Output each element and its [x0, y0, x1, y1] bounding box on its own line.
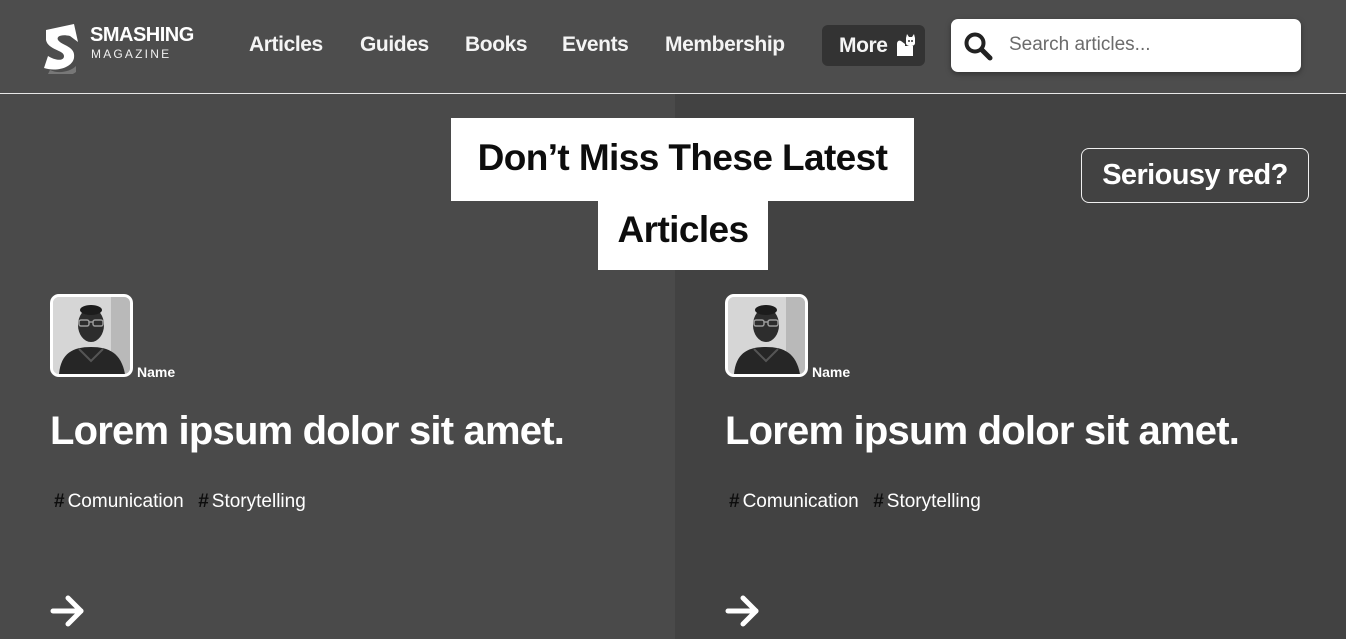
- author-name[interactable]: Name: [137, 364, 175, 380]
- more-label: More: [839, 34, 888, 57]
- avatar-photo: [728, 297, 805, 374]
- nav-events[interactable]: Events: [562, 33, 629, 57]
- author-name[interactable]: Name: [812, 364, 850, 380]
- hash-icon: #: [873, 491, 884, 512]
- tag-label: Comunication: [67, 491, 184, 512]
- tag-link[interactable]: # Storytelling: [873, 491, 981, 512]
- hero-title-line-1: Don’t Miss These Latest: [451, 118, 914, 201]
- search-input[interactable]: [1009, 29, 1284, 61]
- article-tags: # Comunication # Storytelling: [54, 491, 316, 513]
- tag-link[interactable]: # Storytelling: [198, 491, 306, 512]
- author-avatar[interactable]: [725, 294, 808, 377]
- cat-icon: [897, 34, 915, 56]
- search-icon[interactable]: [963, 31, 993, 61]
- hash-icon: #: [729, 491, 740, 512]
- article-card: Name Lorem ipsum dolor sit amet. # Comuni…: [725, 294, 1345, 639]
- tag-link[interactable]: # Comunication: [729, 491, 859, 512]
- article-title[interactable]: Lorem ipsum dolor sit amet.: [50, 409, 565, 454]
- tag-label: Comunication: [742, 491, 859, 512]
- seriously-red-button[interactable]: Seriousy red?: [1081, 148, 1309, 203]
- site-header: SMASHING MAGAZINE Articles Guides Books …: [0, 0, 1346, 94]
- tag-label: Storytelling: [886, 491, 981, 512]
- nav-books[interactable]: Books: [465, 33, 528, 57]
- avatar-photo: [53, 297, 130, 374]
- hash-icon: #: [198, 491, 209, 512]
- article-tags: # Comunication # Storytelling: [729, 491, 991, 513]
- tag-label: Storytelling: [211, 491, 306, 512]
- nav-guides[interactable]: Guides: [360, 33, 429, 57]
- hash-icon: #: [54, 491, 65, 512]
- logo-sub-text: MAGAZINE: [91, 47, 172, 61]
- author-avatar[interactable]: [50, 294, 133, 377]
- site-logo[interactable]: SMASHING MAGAZINE: [40, 20, 215, 80]
- hero-title-line-2: Articles: [598, 200, 768, 270]
- more-menu-button[interactable]: More: [822, 25, 925, 66]
- nav-membership[interactable]: Membership: [665, 33, 785, 57]
- article-title[interactable]: Lorem ipsum dolor sit amet.: [725, 409, 1240, 454]
- arrow-right-icon[interactable]: [725, 594, 761, 628]
- logo-brand-text: SMASHING: [90, 24, 194, 46]
- search-box: [951, 19, 1301, 72]
- article-card: Name Lorem ipsum dolor sit amet. # Comuni…: [50, 294, 670, 639]
- smashing-s-logo-icon: [44, 24, 78, 74]
- arrow-right-icon[interactable]: [50, 594, 86, 628]
- tag-link[interactable]: # Comunication: [54, 491, 184, 512]
- nav-articles[interactable]: Articles: [249, 33, 323, 57]
